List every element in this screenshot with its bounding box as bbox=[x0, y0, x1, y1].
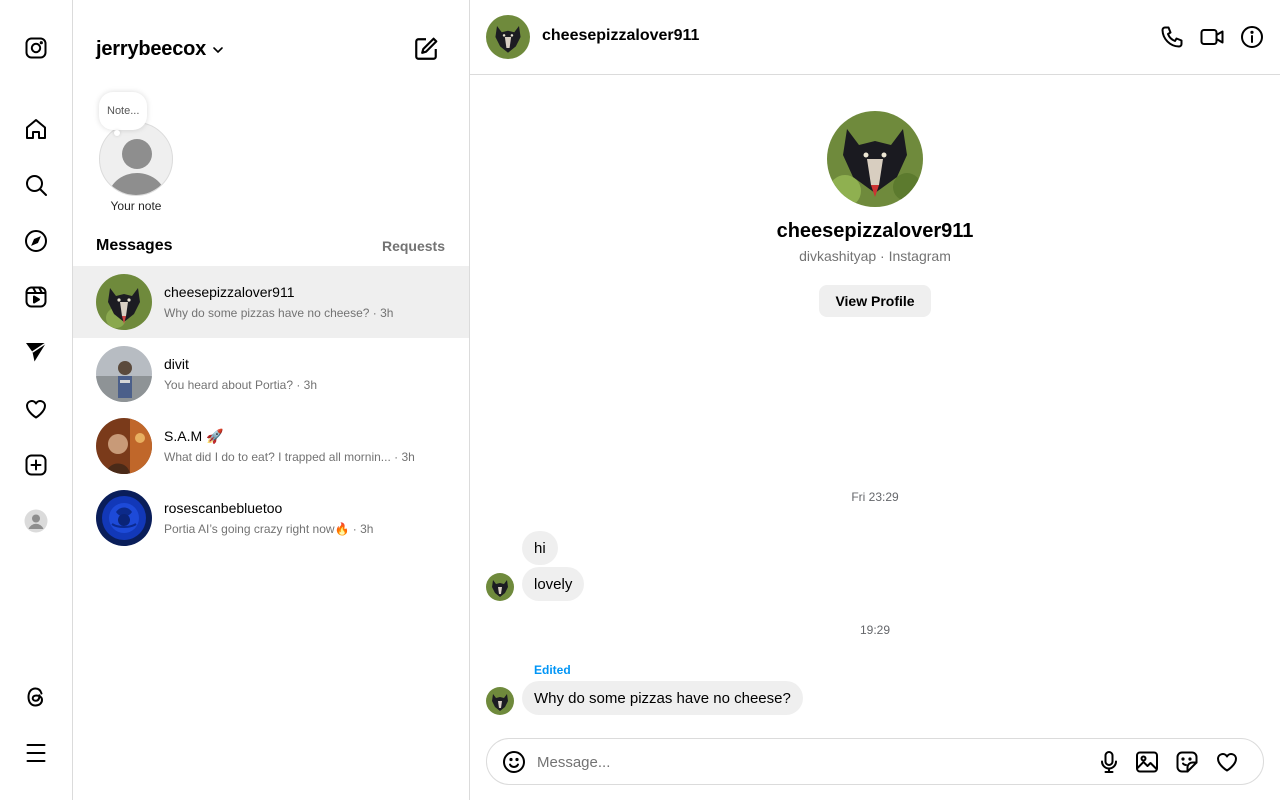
thread-preview: You heard about Portia? · 3h bbox=[164, 378, 318, 392]
avatar bbox=[96, 346, 152, 402]
notifications-heart-icon[interactable] bbox=[24, 397, 48, 421]
thread-divit[interactable]: divit You heard about Portia? · 3h bbox=[73, 338, 469, 410]
thread-name: divit bbox=[164, 356, 189, 372]
search-icon[interactable] bbox=[24, 173, 48, 197]
avatar bbox=[96, 418, 152, 474]
edited-label[interactable]: Edited bbox=[534, 663, 571, 677]
chat-pane: cheesepizzalover911 cheesepizzalover911 … bbox=[470, 0, 1280, 800]
menu-hamburger-icon[interactable] bbox=[24, 741, 48, 765]
phone-icon bbox=[1161, 26, 1183, 48]
instagram-logo-icon[interactable] bbox=[24, 36, 48, 60]
chat-header-avatar[interactable] bbox=[486, 15, 530, 59]
microphone-icon bbox=[1101, 751, 1117, 773]
thread-list: cheesepizzalover911 Why do some pizzas h… bbox=[73, 266, 469, 554]
message-input[interactable] bbox=[537, 751, 1077, 773]
emoji-smiley-icon bbox=[503, 751, 525, 773]
message-bubble[interactable]: Why do some pizzas have no cheese? bbox=[522, 681, 803, 715]
sender-avatar[interactable] bbox=[486, 573, 514, 601]
sticker-button[interactable] bbox=[1175, 750, 1199, 774]
conversation-info-button[interactable] bbox=[1240, 25, 1264, 49]
sender-avatar[interactable] bbox=[486, 687, 514, 715]
compose-edit-icon bbox=[415, 37, 438, 60]
thread-name: rosescanbebluetoo bbox=[164, 500, 283, 516]
avatar bbox=[96, 490, 152, 546]
chat-header: cheesepizzalover911 bbox=[470, 0, 1280, 75]
profile-name: cheesepizzalover911 bbox=[776, 220, 974, 242]
message-composer bbox=[486, 738, 1264, 785]
message-bubble[interactable]: lovely bbox=[522, 567, 585, 601]
side-nav-rail bbox=[0, 0, 73, 800]
home-icon[interactable] bbox=[24, 117, 48, 141]
chevron-down-icon bbox=[213, 46, 223, 53]
image-icon bbox=[1136, 751, 1158, 773]
explore-compass-icon[interactable] bbox=[24, 229, 48, 253]
conversation-list-panel: jerrybeecox Note... Your note Messages R… bbox=[73, 0, 470, 800]
heart-icon bbox=[1217, 753, 1237, 772]
message-bubble[interactable]: hi bbox=[522, 531, 558, 565]
your-avatar bbox=[99, 122, 173, 196]
profile-avatar-icon[interactable] bbox=[24, 509, 48, 533]
account-switcher[interactable]: jerrybeecox bbox=[96, 38, 224, 61]
video-call-button[interactable] bbox=[1200, 25, 1224, 49]
thread-preview: What did I do to eat? I trapped all morn… bbox=[164, 450, 415, 464]
your-note-label: Your note bbox=[110, 199, 162, 213]
add-photo-button[interactable] bbox=[1135, 750, 1159, 774]
audio-call-button[interactable] bbox=[1160, 25, 1184, 49]
thread-preview: Portia AI’s going crazy right now🔥 · 3h bbox=[164, 522, 374, 536]
avatar bbox=[96, 274, 152, 330]
thread-name: S.A.M 🚀 bbox=[164, 428, 224, 444]
messages-heading: Messages bbox=[96, 237, 173, 254]
create-plus-icon[interactable] bbox=[24, 453, 48, 477]
like-button[interactable] bbox=[1215, 750, 1239, 774]
note-bubble-tail bbox=[114, 130, 120, 136]
thread-name: cheesepizzalover911 bbox=[164, 284, 295, 300]
requests-link[interactable]: Requests bbox=[382, 238, 445, 254]
new-message-button[interactable] bbox=[413, 36, 439, 62]
message-timestamp: Fri 23:29 bbox=[851, 490, 899, 504]
chat-header-name[interactable]: cheesepizzalover911 bbox=[542, 27, 699, 45]
thread-rosescanbebluetoo[interactable]: rosescanbebluetoo Portia AI’s going craz… bbox=[73, 482, 469, 554]
threads-icon[interactable] bbox=[24, 685, 48, 709]
reels-icon[interactable] bbox=[24, 285, 48, 309]
message-timestamp: 19:29 bbox=[859, 623, 891, 637]
messages-paper-plane-icon[interactable] bbox=[24, 340, 48, 364]
view-profile-button[interactable]: View Profile bbox=[819, 285, 931, 317]
your-note[interactable]: Note... Your note bbox=[96, 90, 176, 215]
emoji-button[interactable] bbox=[502, 750, 526, 774]
voice-message-button[interactable] bbox=[1097, 750, 1121, 774]
profile-avatar-large bbox=[827, 111, 923, 207]
profile-subtitle: divkashityap · Instagram bbox=[799, 248, 951, 264]
note-bubble[interactable]: Note... bbox=[99, 92, 148, 130]
thread-sam[interactable]: S.A.M 🚀 What did I do to eat? I trapped … bbox=[73, 410, 469, 482]
sticker-icon bbox=[1176, 751, 1198, 773]
thread-preview: Why do some pizzas have no cheese? · 3h bbox=[164, 306, 394, 320]
account-name: jerrybeecox bbox=[96, 38, 207, 60]
thread-cheesepizzalover911[interactable]: cheesepizzalover911 Why do some pizzas h… bbox=[73, 266, 469, 338]
info-icon bbox=[1241, 26, 1263, 48]
video-camera-icon bbox=[1200, 29, 1224, 45]
